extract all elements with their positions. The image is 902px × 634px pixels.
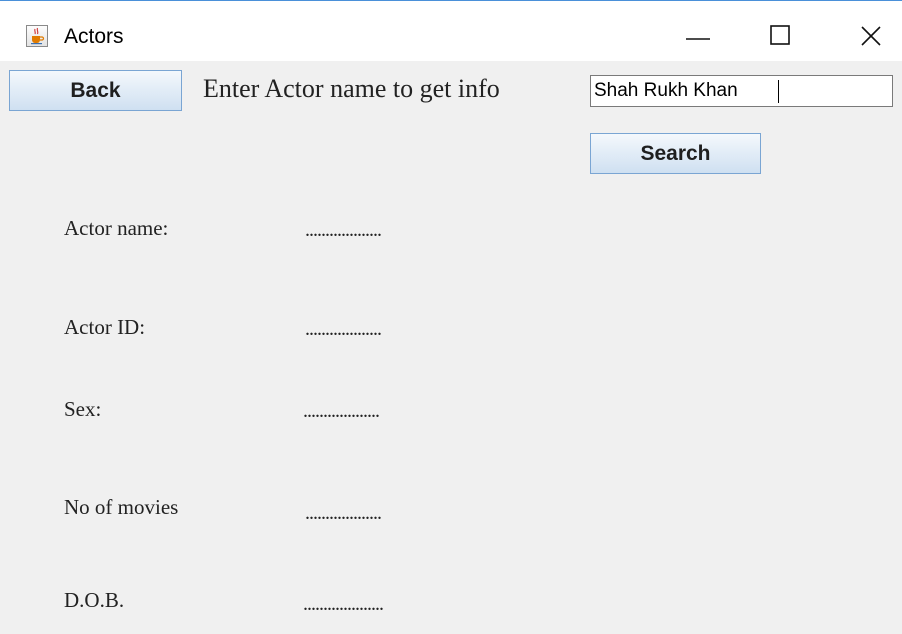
actors-window: Actors Back Enter Actor name to get info…	[0, 0, 902, 634]
search-prompt-label: Enter Actor name to get info	[203, 74, 500, 103]
content-panel: Back Enter Actor name to get info Search…	[0, 61, 902, 634]
title-bar[interactable]: Actors	[0, 1, 902, 61]
maximize-button[interactable]	[758, 11, 818, 57]
actor-name-label: Actor name:	[64, 216, 169, 240]
actor-id-label: Actor ID:	[64, 315, 146, 339]
back-button[interactable]: Back	[9, 70, 182, 111]
minimize-button[interactable]	[668, 11, 728, 57]
dob-label: D.O.B.	[64, 588, 125, 612]
actor-id-value: ...................	[305, 318, 382, 340]
search-button[interactable]: Search	[590, 133, 761, 174]
minimize-icon	[686, 38, 710, 40]
actor-name-value: ...................	[305, 219, 382, 241]
java-coffee-icon	[26, 25, 48, 47]
sex-value: ...................	[303, 400, 380, 422]
window-title: Actors	[64, 25, 124, 48]
movie-count-label: No of movies	[64, 495, 179, 519]
actor-name-input[interactable]	[590, 75, 893, 107]
dob-value: ....................	[303, 593, 384, 615]
maximize-icon	[770, 25, 790, 45]
movie-count-value: ...................	[305, 502, 382, 524]
sex-label: Sex:	[64, 397, 102, 421]
text-caret	[778, 80, 779, 103]
close-icon	[861, 26, 881, 46]
close-button[interactable]	[842, 11, 902, 57]
